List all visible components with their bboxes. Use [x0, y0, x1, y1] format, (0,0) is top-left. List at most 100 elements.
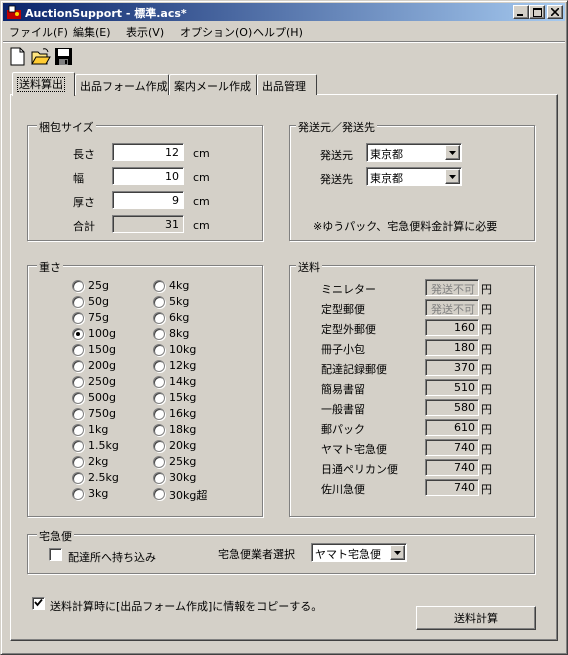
weight-option-label: 75g: [88, 311, 109, 324]
courier-select-label: 宅急便業者選択: [218, 548, 295, 561]
weight-radio[interactable]: [72, 376, 84, 388]
weight-radio[interactable]: [153, 472, 165, 484]
length-input[interactable]: 12: [112, 143, 184, 161]
destination-label: 発送先: [320, 173, 353, 186]
app-icon: [7, 5, 21, 19]
weight-radio[interactable]: [153, 360, 165, 372]
minimize-icon: [517, 14, 523, 16]
weight-radio[interactable]: [153, 312, 165, 324]
tab-listing-form[interactable]: 出品フォーム作成: [75, 74, 169, 95]
weight-radio[interactable]: [72, 392, 84, 404]
weight-option-label: 30kg超: [169, 489, 208, 502]
fee-value: 610: [425, 419, 479, 436]
fee-value: 160: [425, 319, 479, 336]
weight-option-label: 1.5kg: [88, 439, 119, 452]
fee-unit: 円: [481, 343, 492, 356]
courier-select[interactable]: ヤマト宅急便: [311, 543, 407, 562]
calc-note: ※ゆうパック、宅急便料金計算に必要: [313, 220, 498, 233]
tab-guide-mail[interactable]: 案内メール作成: [169, 74, 257, 95]
weight-option-label: 15kg: [169, 391, 197, 404]
tab-listing-manage[interactable]: 出品管理: [257, 74, 317, 95]
total-field: 31: [112, 215, 184, 233]
courier-value: ヤマト宅急便: [315, 548, 381, 561]
dropoff-checkbox[interactable]: [49, 548, 62, 561]
maximize-button[interactable]: [529, 5, 545, 19]
thickness-label: 厚さ: [73, 196, 95, 209]
destination-dropdown-button[interactable]: [445, 169, 460, 184]
total-unit: cm: [193, 219, 210, 232]
close-button[interactable]: [547, 5, 563, 19]
calc-shipping-button[interactable]: 送料計算: [416, 606, 536, 630]
weight-radio[interactable]: [72, 456, 84, 468]
weight-radio[interactable]: [72, 360, 84, 372]
minimize-button[interactable]: [513, 5, 529, 19]
weight-radio[interactable]: [72, 344, 84, 356]
dropoff-label: 配達所へ持ち込み: [68, 551, 156, 564]
weight-radio[interactable]: [153, 280, 165, 292]
fee-label: 郵パック: [321, 423, 365, 436]
weight-option-label: 12kg: [169, 359, 197, 372]
open-folder-button[interactable]: [30, 46, 51, 67]
weight-option-label: 25g: [88, 279, 109, 292]
fee-label: 日通ペリカン便: [321, 463, 398, 476]
weight-option-label: 30kg: [169, 471, 197, 484]
menu-help[interactable]: ヘルプ(H): [253, 24, 303, 40]
weight-radio[interactable]: [153, 344, 165, 356]
menu-view[interactable]: 表示(V): [126, 24, 164, 40]
chevron-down-icon: [449, 150, 456, 155]
weight-radio[interactable]: [153, 392, 165, 404]
menu-bar: ファイル(F) 編集(E) 表示(V) オプション(O) ヘルプ(H): [3, 22, 565, 40]
shipping-fee-title: 送料: [296, 259, 322, 275]
weight-radio[interactable]: [153, 408, 165, 420]
fee-value: 740: [425, 479, 479, 496]
fee-value: 発送不可: [425, 299, 479, 316]
weight-radio[interactable]: [153, 376, 165, 388]
weight-radio[interactable]: [72, 424, 84, 436]
weight-radio[interactable]: [72, 488, 84, 500]
menu-edit[interactable]: 編集(E): [73, 24, 111, 40]
weight-option-label: 500g: [88, 391, 116, 404]
destination-select[interactable]: 東京都: [366, 167, 462, 186]
length-label: 長さ: [73, 148, 95, 161]
fee-unit: 円: [481, 463, 492, 476]
weight-radio[interactable]: [153, 440, 165, 452]
fee-value: 580: [425, 399, 479, 416]
save-button[interactable]: [53, 46, 74, 67]
weight-radio[interactable]: [72, 440, 84, 452]
destination-value: 東京都: [370, 172, 403, 185]
close-icon: [551, 8, 559, 16]
menu-file[interactable]: ファイル(F): [9, 24, 68, 40]
weight-option-label: 6kg: [169, 311, 190, 324]
origin-select[interactable]: 東京都: [366, 143, 462, 162]
weight-option-label: 1kg: [88, 423, 109, 436]
weight-radio[interactable]: [72, 296, 84, 308]
weight-radio[interactable]: [153, 328, 165, 340]
weight-radio[interactable]: [153, 456, 165, 468]
weight-option-label: 20kg: [169, 439, 197, 452]
menu-options[interactable]: オプション(O): [180, 24, 252, 40]
weight-radio[interactable]: [72, 408, 84, 420]
thickness-input[interactable]: 9: [112, 191, 184, 209]
weight-radio[interactable]: [153, 488, 165, 500]
chevron-down-icon: [394, 550, 401, 555]
tab-shipping-calc[interactable]: 送料算出: [12, 72, 75, 96]
weight-radio[interactable]: [153, 424, 165, 436]
courier-dropdown-button[interactable]: [390, 545, 405, 560]
weight-radio[interactable]: [72, 280, 84, 292]
weight-radio[interactable]: [72, 312, 84, 324]
weight-radio[interactable]: [153, 296, 165, 308]
weight-group: [27, 265, 263, 517]
weight-radio[interactable]: [72, 472, 84, 484]
title-bar[interactable]: AuctionSupport - 標準.acs*: [3, 3, 565, 21]
weight-option-label: 5kg: [169, 295, 190, 308]
weight-option-label: 18kg: [169, 423, 197, 436]
copy-option-checkbox[interactable]: [32, 597, 45, 610]
origin-dropdown-button[interactable]: [445, 145, 460, 160]
weight-option-label: 150g: [88, 343, 116, 356]
fee-unit: 円: [481, 323, 492, 336]
width-input[interactable]: 10: [112, 167, 184, 185]
weight-option-label: 250g: [88, 375, 116, 388]
weight-radio[interactable]: [72, 328, 84, 340]
length-unit: cm: [193, 147, 210, 160]
new-file-button[interactable]: [7, 46, 28, 67]
